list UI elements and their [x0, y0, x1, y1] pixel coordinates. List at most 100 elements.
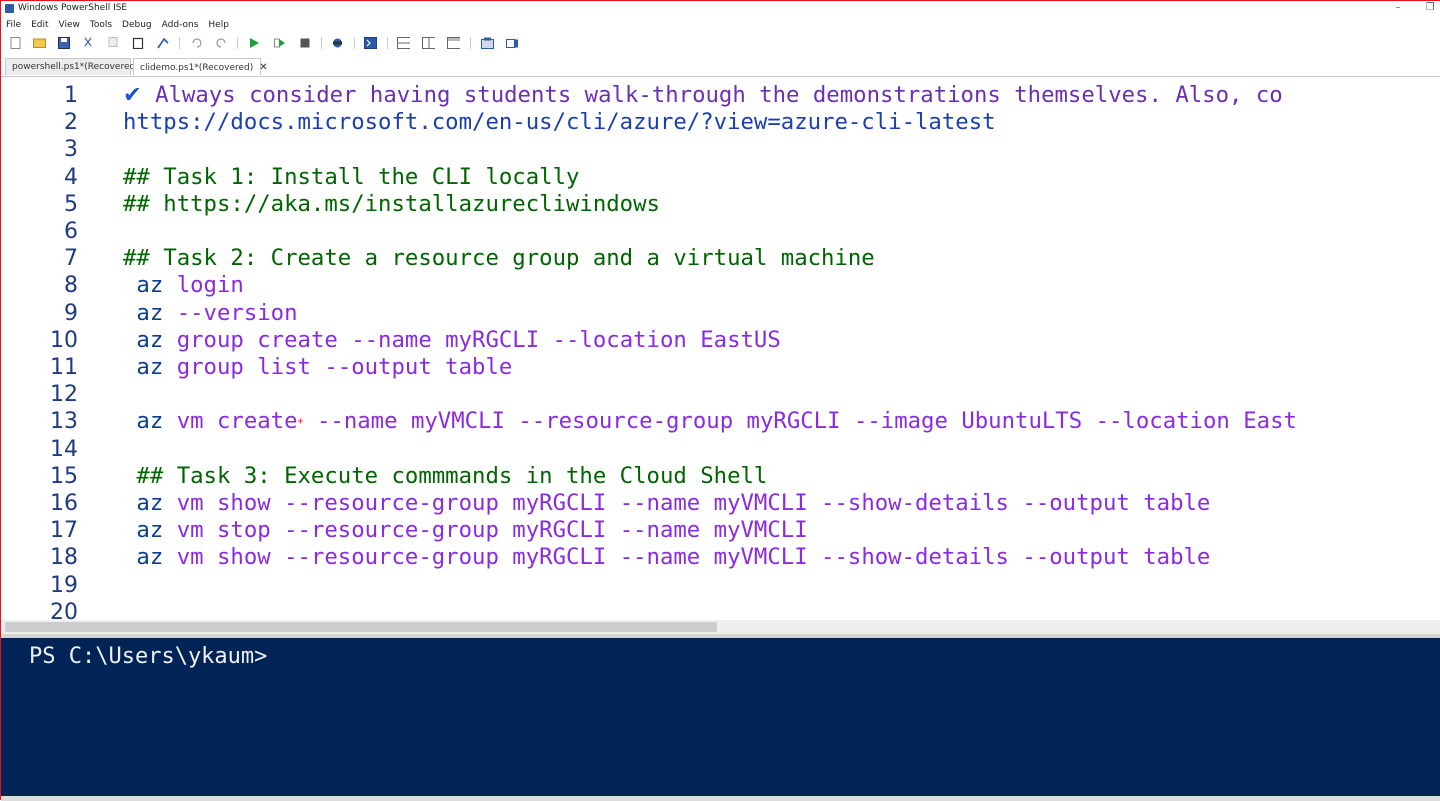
stop-icon[interactable] — [298, 36, 311, 49]
toolbar-separator — [387, 37, 388, 49]
line-number: 4 — [64, 164, 78, 190]
code-token: az — [123, 272, 177, 299]
code-token: Always consider having students walk-thr… — [141, 82, 1283, 108]
open-icon[interactable] — [33, 36, 46, 49]
code-line[interactable]: 8 az login — [1, 272, 1440, 299]
code-line[interactable]: 17 az vm stop --resource-group myRGCLI -… — [1, 517, 1440, 544]
code-token: ## Task 2: Create a resource group and a… — [123, 245, 875, 272]
code-line[interactable]: 12 — [1, 381, 1440, 408]
menu-bar: File Edit View Tools Debug Add-ons Help — [1, 18, 1440, 32]
horizontal-scrollbar[interactable] — [1, 620, 1440, 634]
code-token: --name myVMCLI --resource-group myRGCLI … — [303, 408, 1297, 435]
clear-icon[interactable] — [156, 36, 169, 49]
code-text: ✔ Always consider having students walk-t… — [123, 82, 1283, 109]
line-number: 20 — [50, 599, 78, 621]
line-number: 10 — [50, 327, 78, 353]
code-line[interactable]: 3 — [1, 136, 1440, 163]
show-script-max-icon[interactable] — [447, 36, 460, 49]
toolbar — [1, 33, 1440, 53]
code-text: az group list --output table — [123, 354, 512, 381]
paste-icon[interactable] — [131, 36, 144, 49]
script-editor[interactable]: 1 ✔ Always consider having students walk-… — [1, 77, 1440, 621]
cut-icon[interactable] — [81, 36, 94, 49]
code-line[interactable]: 15 ## Task 3: Execute commmands in the C… — [1, 463, 1440, 490]
code-line[interactable]: 18 az vm show --resource-group myRGCLI -… — [1, 544, 1440, 571]
code-line[interactable]: 1 ✔ Always consider having students walk-… — [1, 82, 1440, 109]
line-number: 8 — [64, 273, 78, 299]
tab-powershell-ps1[interactable]: powershell.ps1*(Recovered) — [5, 58, 139, 75]
code-line[interactable]: 10 az group create --name myRGCLI --loca… — [1, 327, 1440, 354]
toolbar-separator — [179, 37, 180, 49]
code-token: az — [123, 490, 177, 516]
code-text: az vm show --resource-group myRGCLI --na… — [123, 544, 1210, 571]
code-line[interactable]: 7 ## Task 2: Create a resource group and … — [1, 245, 1440, 272]
code-line[interactable]: 2 https://docs.microsoft.com/en-us/cli/az… — [1, 109, 1440, 136]
menu-file[interactable]: File — [1, 18, 26, 32]
menu-debug[interactable]: Debug — [117, 18, 157, 32]
code-line[interactable]: 11 az group list --output table — [1, 354, 1440, 381]
title-bar: Windows PowerShell ISE – ❐ — [1, 1, 1440, 17]
code-token: ## Task 3: Execute commmands in the Clou… — [123, 462, 768, 489]
menu-edit[interactable]: Edit — [26, 18, 53, 32]
copy-icon[interactable] — [105, 36, 118, 49]
menu-tools[interactable]: Tools — [85, 18, 117, 32]
code-text: ## https://aka.ms/installazurecliwindows — [123, 191, 660, 218]
code-text: az group create --name myRGCLI --locatio… — [123, 327, 780, 354]
code-line[interactable]: 14 — [1, 436, 1440, 463]
save-icon[interactable] — [57, 36, 70, 49]
minimize-button[interactable]: – — [1391, 2, 1405, 13]
close-tab-icon[interactable]: ✕ — [259, 62, 267, 73]
undo-icon[interactable] — [189, 36, 202, 49]
code-line[interactable]: 4 ## Task 1: Install the CLI locally — [1, 164, 1440, 191]
start-powershell-icon[interactable] — [364, 36, 377, 49]
code-line[interactable]: 9 az --version — [1, 300, 1440, 327]
line-number: 19 — [50, 572, 78, 598]
line-number: 12 — [50, 382, 78, 408]
code-text: az --version — [123, 300, 297, 327]
line-number: 9 — [64, 300, 78, 326]
line-number: 13 — [50, 409, 78, 435]
code-text: https://docs.microsoft.com/en-us/cli/azu… — [123, 109, 996, 136]
code-line[interactable]: 20 — [1, 599, 1440, 621]
line-number: 17 — [50, 518, 78, 544]
code-line[interactable]: 19 — [1, 572, 1440, 599]
code-line[interactable]: 5 ## https://aka.ms/installazurecliwindow… — [1, 191, 1440, 218]
show-command-window-icon[interactable] — [481, 36, 494, 49]
show-script-top-icon[interactable] — [397, 36, 410, 49]
restore-button[interactable]: ❐ — [1423, 2, 1437, 13]
show-command-addon-icon[interactable] — [506, 36, 519, 49]
menu-help[interactable]: Help — [203, 18, 234, 32]
status-bar — [1, 796, 1440, 801]
window-title: Windows PowerShell ISE — [18, 3, 128, 13]
menu-view[interactable]: View — [54, 18, 85, 32]
line-number: 18 — [50, 545, 78, 571]
new-remote-tab-icon[interactable] — [331, 36, 344, 49]
code-token: ## https://aka.ms/installazurecliwindows — [123, 190, 660, 217]
code-line[interactable]: 13 az vm create+ --name myVMCLI --resour… — [1, 408, 1440, 435]
code-token: vm show --resource-group myRGCLI --name … — [176, 490, 1211, 516]
console-prompt: PS C:\Users\ykaum> — [29, 644, 268, 669]
powershell-app-icon — [5, 4, 14, 13]
new-icon[interactable] — [9, 36, 22, 49]
run-selection-icon[interactable] — [273, 36, 286, 49]
code-line[interactable]: 6 — [1, 218, 1440, 245]
code-line[interactable]: 16 az vm show --resource-group myRGCLI -… — [1, 490, 1440, 517]
tab-clidemo-ps1[interactable]: clidemo.ps1*(Recovered) ✕ — [133, 58, 268, 75]
console-pane[interactable]: PS C:\Users\ykaum> — [1, 638, 1440, 796]
code-text: az vm create+ --name myVMCLI --resource-… — [123, 408, 1297, 435]
redo-icon[interactable] — [215, 36, 228, 49]
line-number: 14 — [50, 436, 78, 462]
code-token: login — [176, 272, 244, 299]
code-token: az — [123, 408, 177, 435]
line-number: 15 — [50, 463, 78, 489]
show-script-right-icon[interactable] — [422, 36, 435, 49]
menu-addons[interactable]: Add-ons — [157, 18, 204, 32]
line-number: 2 — [64, 110, 78, 136]
code-token: az — [123, 517, 177, 544]
script-tab-strip: powershell.ps1*(Recovered) clidemo.ps1*(… — [1, 56, 1440, 77]
toolbar-separator — [321, 37, 322, 49]
run-icon[interactable] — [247, 36, 260, 49]
scrollbar-thumb[interactable] — [5, 622, 717, 632]
line-number: 5 — [64, 191, 78, 217]
code-token: ## Task 1: Install the CLI locally — [123, 163, 580, 190]
